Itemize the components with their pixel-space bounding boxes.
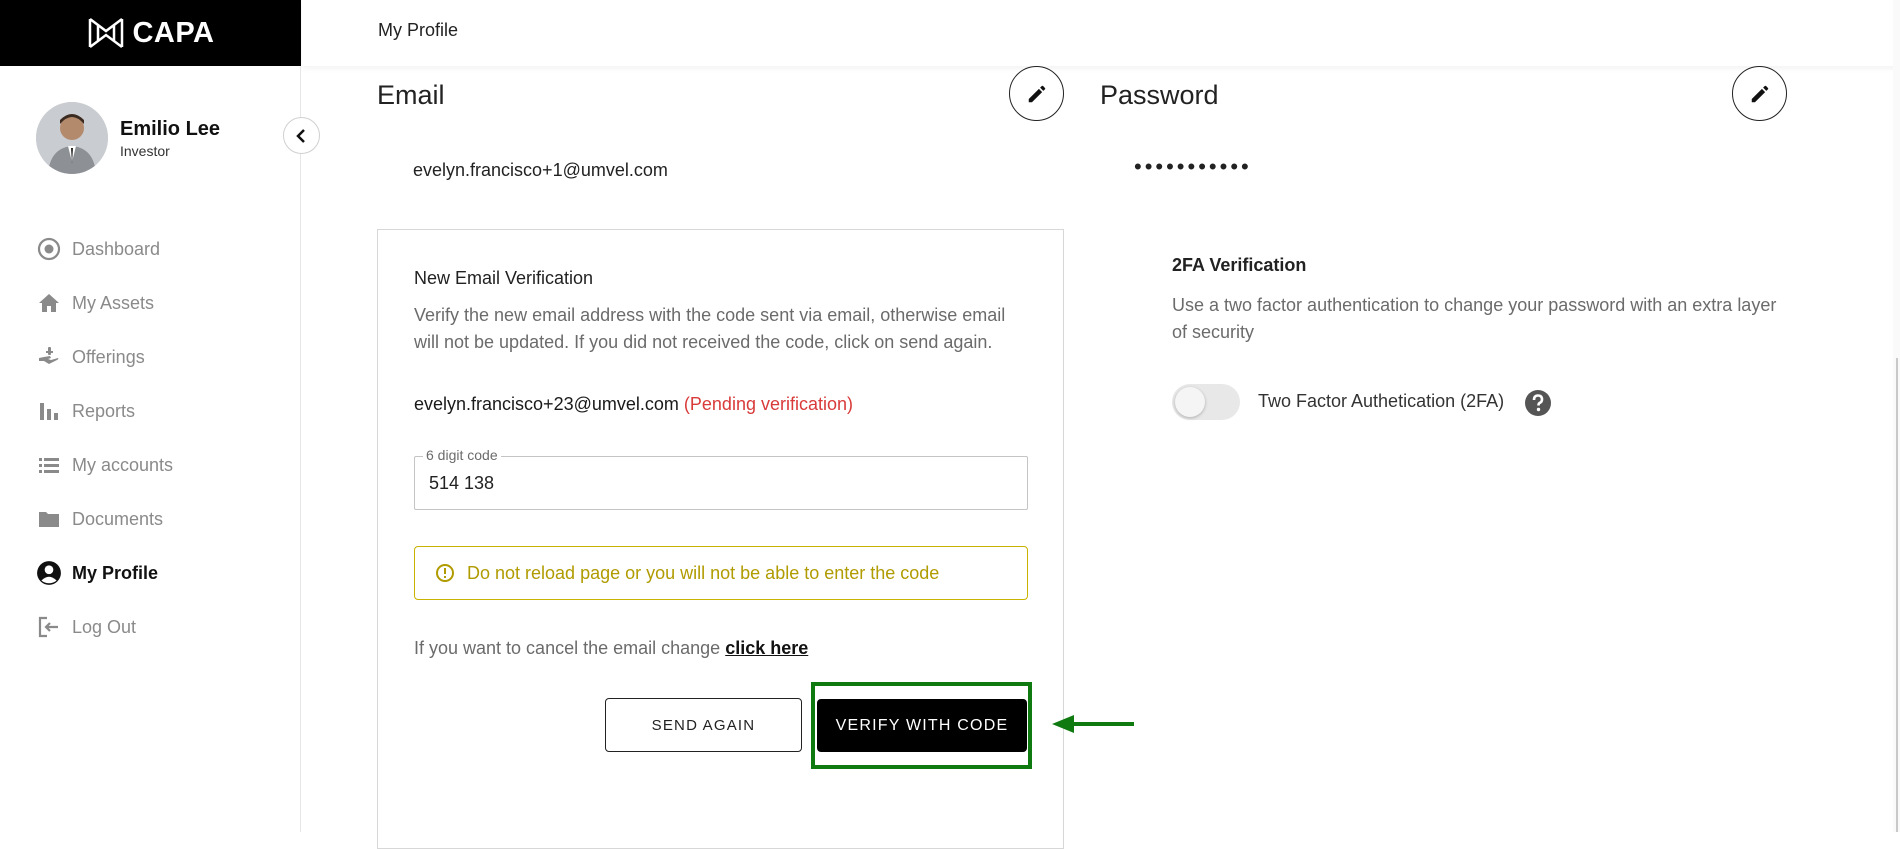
sidebar-item-label: My Assets [72,292,155,313]
twofa-title: 2FA Verification [1172,255,1307,275]
pending-email: evelyn.francisco+23@umvel.com [414,394,679,414]
warning-text: Do not reload page or you will not be ab… [467,562,940,583]
pending-email-line: evelyn.francisco+23@umvel.com (Pending v… [414,394,853,415]
password-masked: ••••••••••• [1134,154,1252,179]
warning-circle-icon [436,564,454,582]
logout-icon [36,614,62,640]
sidebar-item-label: My accounts [72,454,174,475]
sidebar-nav: Dashboard My Assets Offerings Reports My… [36,222,173,654]
help-icon[interactable] [1524,389,1552,417]
sidebar-item-label: My Profile [72,562,159,583]
code-input[interactable] [429,457,1009,509]
brand-logo[interactable]: CAPA [0,0,301,66]
user-name: Emilio Lee [120,117,221,140]
sidebar-item-label: Dashboard [72,238,161,259]
home-icon [36,290,62,316]
cancel-prefix: If you want to cancel the email change [414,638,721,658]
sidebar: CAPA Emilio Lee Investor Dashboard My As… [0,0,301,832]
pencil-icon [1028,85,1045,102]
verification-description: Verify the new email address with the co… [414,305,1006,352]
edit-email-button[interactable] [1009,66,1064,121]
scrollbar-thumb[interactable] [1896,358,1898,832]
offering-hand-icon [36,344,62,370]
sidebar-item-my-assets[interactable]: My Assets [36,276,173,330]
current-email: evelyn.francisco+1@umvel.com [413,160,668,180]
top-bar: My Profile [302,0,1900,66]
avatar [36,102,108,174]
sidebar-item-offerings[interactable]: Offerings [36,330,173,384]
cancel-email-change-link[interactable]: click here [725,638,808,658]
password-section-title: Password [1100,80,1219,110]
twofa-toggle[interactable] [1172,384,1240,420]
user-profile: Emilio Lee Investor [36,102,220,174]
twofa-description: Use a two factor authentication to chang… [1172,295,1777,342]
sidebar-item-log-out[interactable]: Log Out [36,600,173,654]
cancel-email-change: If you want to cancel the email change c… [414,638,808,659]
dashboard-icon [36,236,62,262]
bar-chart-icon [36,398,62,424]
collapse-sidebar-button[interactable] [283,117,320,154]
brand-name: CAPA [132,16,215,49]
page-title: My Profile [378,20,459,40]
send-again-button[interactable]: SEND AGAIN [605,698,802,752]
toggle-knob [1175,387,1205,417]
annotation-highlight-box [811,682,1032,769]
pencil-icon [1751,85,1768,102]
email-section-title: Email [377,80,445,110]
verification-title: New Email Verification [414,268,594,288]
edit-password-button[interactable] [1732,66,1787,121]
sidebar-item-dashboard[interactable]: Dashboard [36,222,173,276]
folder-icon [36,506,62,532]
account-circle-icon [36,560,62,586]
twofa-toggle-label: Two Factor Authetication (2FA) [1258,391,1505,411]
pending-status-badge: (Pending verification) [683,394,853,414]
code-field: 6 digit code [414,447,1028,510]
reload-warning: Do not reload page or you will not be ab… [414,546,1028,600]
sidebar-item-my-accounts[interactable]: My accounts [36,438,173,492]
sidebar-item-label: Log Out [72,616,137,637]
sidebar-item-label: Offerings [72,346,145,367]
sidebar-item-label: Reports [72,400,136,421]
sidebar-item-reports[interactable]: Reports [36,384,173,438]
chevron-left-icon [295,128,305,143]
sidebar-item-my-profile[interactable]: My Profile [36,546,173,600]
list-icon [36,452,62,478]
sidebar-item-label: Documents [72,508,164,529]
annotation-arrow-icon [1052,715,1134,733]
capa-logo-icon [89,18,124,48]
user-role: Investor [120,142,170,159]
sidebar-item-documents[interactable]: Documents [36,492,173,546]
